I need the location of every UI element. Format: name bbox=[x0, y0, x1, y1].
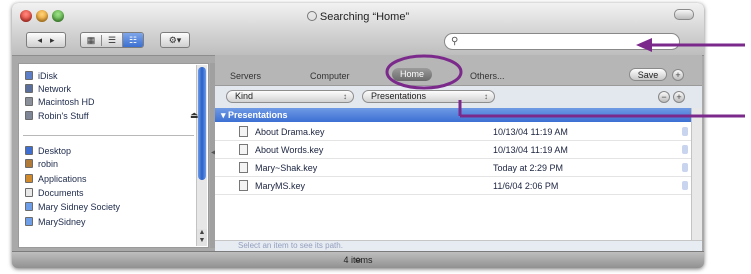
arrowhead-icon bbox=[636, 38, 652, 52]
highlight-circle-home bbox=[385, 54, 463, 90]
callout-annotations bbox=[385, 38, 745, 118]
